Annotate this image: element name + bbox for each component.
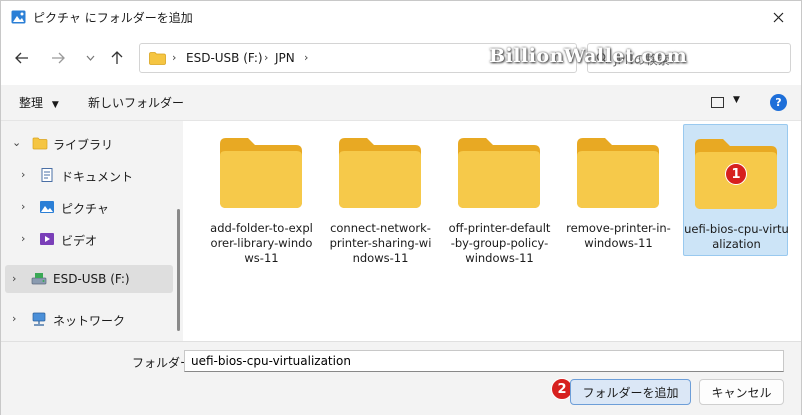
library-icon xyxy=(32,137,48,150)
sidebar-item-label: ドキュメント xyxy=(61,170,134,184)
chevron-down-icon[interactable]: ⌄ xyxy=(12,136,21,149)
breadcrumb-separator-icon: › xyxy=(304,51,309,64)
folder-name: remove-printer-in-windows-11 xyxy=(566,221,671,250)
sidebar-item-videos[interactable]: › ビデオ xyxy=(5,225,173,253)
arrow-right-icon xyxy=(52,52,65,64)
breadcrumb-folder[interactable]: JPN xyxy=(275,51,295,65)
title-bar: ピクチャ にフォルダーを追加 xyxy=(1,1,801,33)
folder-name: uefi-bios-cpu-virtualization xyxy=(684,222,789,251)
sidebar-item-label: ビデオ xyxy=(61,234,98,248)
cancel-button[interactable]: キャンセル xyxy=(699,379,784,405)
chevron-down-icon: ▼ xyxy=(51,100,59,110)
chevron-down-icon xyxy=(86,55,94,61)
pictures-icon xyxy=(40,201,54,213)
window-title: ピクチャ にフォルダーを追加 xyxy=(33,11,193,25)
sidebar-item-pictures[interactable]: › ピクチャ xyxy=(5,193,173,221)
folder-icon xyxy=(149,52,166,65)
chevron-right-icon[interactable]: › xyxy=(21,168,25,181)
forward-button[interactable] xyxy=(46,46,70,70)
sidebar-item-usb-drive[interactable]: › ESD-USB (F:) xyxy=(5,265,173,293)
folder-name: off-printer-default-by-group-policy-wind… xyxy=(448,221,551,265)
pictures-app-icon xyxy=(11,10,26,24)
sidebar-item-libraries[interactable]: ⌄ ライブラリ xyxy=(5,129,173,157)
documents-icon xyxy=(41,168,53,182)
folder-item[interactable]: remove-printer-in-windows-11 xyxy=(566,124,671,256)
view-layout-icon[interactable] xyxy=(711,97,724,108)
breadcrumb-drive[interactable]: ESD-USB (F:) xyxy=(186,51,263,65)
folder-name-input[interactable] xyxy=(184,350,784,372)
add-folder-dialog: ピクチャ にフォルダーを追加 › ESD-USB (F:) › JPN › JP… xyxy=(0,0,802,415)
chevron-right-icon[interactable]: › xyxy=(21,200,25,213)
folder-name: connect-network-printer-sharing-windows-… xyxy=(329,221,432,265)
organize-button[interactable]: 整理 ▼ xyxy=(19,94,59,111)
organize-label: 整理 xyxy=(19,96,44,110)
close-button[interactable] xyxy=(755,1,801,33)
breadcrumb-separator-icon: › xyxy=(264,51,269,64)
folder-list: add-folder-to-explorer-library-windows-1… xyxy=(189,121,801,341)
breadcrumb-separator-icon: › xyxy=(172,51,177,64)
videos-icon xyxy=(40,233,54,245)
folder-item[interactable]: off-printer-default-by-group-policy-wind… xyxy=(447,124,552,265)
new-folder-button[interactable]: 新しいフォルダー xyxy=(88,94,184,111)
folder-name: add-folder-to-explorer-library-windows-1… xyxy=(210,221,313,265)
sidebar-scrollbar[interactable] xyxy=(177,209,180,331)
chevron-down-icon[interactable]: ▼ xyxy=(733,95,740,105)
annotation-badge-1: 1 xyxy=(725,163,747,185)
chevron-right-icon[interactable]: › xyxy=(12,312,16,325)
folder-icon xyxy=(458,138,540,208)
sidebar-item-documents[interactable]: › ドキュメント xyxy=(5,161,173,189)
folder-item[interactable]: connect-network-printer-sharing-windows-… xyxy=(328,124,433,265)
arrow-up-icon xyxy=(111,51,123,64)
sidebar-item-label: ESD-USB (F:) xyxy=(53,272,130,286)
dialog-footer: フォルダー: 2 フォルダーを追加 キャンセル xyxy=(1,341,801,415)
close-icon xyxy=(773,12,783,22)
watermark: BillionWallet.com xyxy=(489,45,688,67)
up-button[interactable] xyxy=(105,46,129,70)
folder-item[interactable]: add-folder-to-explorer-library-windows-1… xyxy=(209,124,314,265)
sidebar-item-label: ライブラリ xyxy=(53,138,114,152)
help-icon[interactable]: ? xyxy=(770,94,787,111)
command-toolbar: 整理 ▼ 新しいフォルダー ▼ ? xyxy=(1,85,801,121)
usb-drive-icon xyxy=(31,273,47,285)
back-button[interactable] xyxy=(10,46,34,70)
network-icon xyxy=(32,312,46,326)
folder-icon xyxy=(339,138,421,208)
folder-item-selected[interactable]: uefi-bios-cpu-virtualization 1 xyxy=(683,124,789,256)
arrow-left-icon xyxy=(15,52,28,64)
chevron-right-icon[interactable]: › xyxy=(12,272,16,285)
sidebar-item-label: ネットワーク xyxy=(53,314,126,328)
folder-icon xyxy=(577,138,659,208)
sidebar-item-label: ピクチャ xyxy=(61,202,109,216)
sidebar-item-network[interactable]: › ネットワーク xyxy=(5,305,173,333)
navigation-pane: ⌄ ライブラリ › ドキュメント › ピクチャ › ビデオ › ESD-USB … xyxy=(1,121,183,341)
folder-icon xyxy=(220,138,302,208)
recent-locations-button[interactable] xyxy=(78,46,102,70)
add-folder-button[interactable]: フォルダーを追加 xyxy=(570,379,691,405)
chevron-right-icon[interactable]: › xyxy=(21,232,25,245)
